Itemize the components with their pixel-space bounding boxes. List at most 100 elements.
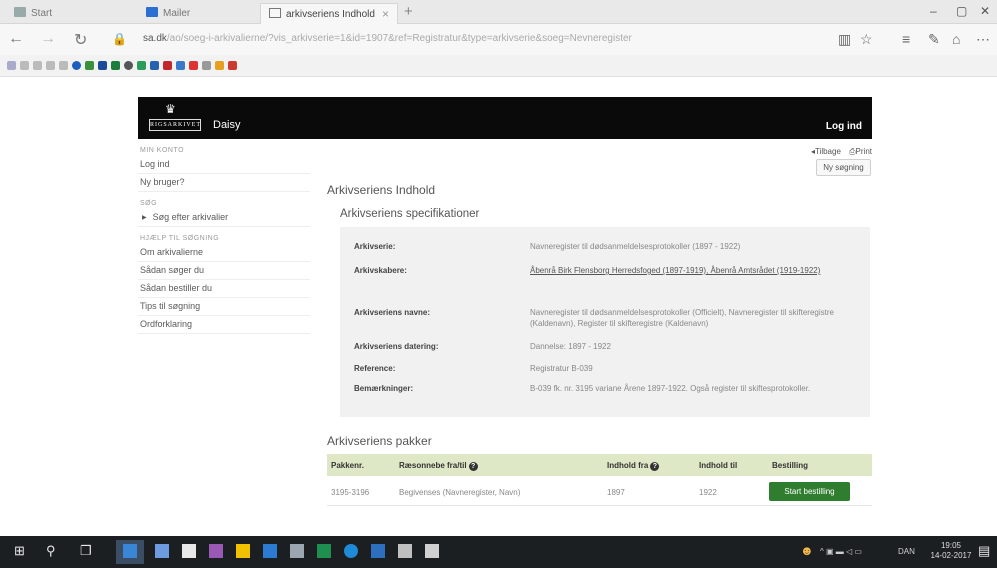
- reading-view-icon[interactable]: ▥: [838, 31, 851, 48]
- back-icon[interactable]: ←: [8, 30, 24, 48]
- start-menu-icon[interactable]: ⊞: [14, 544, 25, 558]
- edge-browser-icon[interactable]: [123, 544, 137, 558]
- info-icon[interactable]: ?: [650, 462, 660, 471]
- word-icon[interactable]: [263, 544, 277, 558]
- minimize-icon[interactable]: –: [930, 4, 937, 18]
- outlook-icon[interactable]: [371, 544, 385, 558]
- favorite-icon[interactable]: [33, 61, 42, 70]
- favorite-icon[interactable]: [215, 61, 224, 70]
- favorite-icon[interactable]: [98, 61, 107, 70]
- page-icon: [14, 7, 26, 17]
- new-search-button[interactable]: Ny søgning: [816, 159, 871, 176]
- sidebar-item-login[interactable]: Log ind: [138, 156, 310, 174]
- column-header-label: Ræsonnebe fra/til: [399, 461, 467, 470]
- store-icon[interactable]: [182, 544, 196, 558]
- refresh-icon[interactable]: ↻: [74, 30, 87, 50]
- favorite-icon[interactable]: [202, 61, 211, 70]
- excel-icon[interactable]: [317, 544, 331, 558]
- spec-value: Navneregister til dødsanmeldelsesprotoko…: [530, 242, 741, 251]
- paint-icon[interactable]: [209, 544, 223, 558]
- favorite-star-icon[interactable]: ☆: [860, 31, 873, 48]
- favorite-icon[interactable]: [189, 61, 198, 70]
- task-view-icon[interactable]: ❐: [80, 544, 92, 558]
- page-icon: [269, 8, 281, 18]
- notification-icon[interactable]: ▤: [978, 544, 990, 558]
- info-icon[interactable]: ?: [468, 462, 478, 471]
- notes-icon[interactable]: [236, 544, 250, 558]
- favorite-icon[interactable]: [7, 61, 16, 70]
- more-icon[interactable]: ⋯: [976, 31, 990, 48]
- back-link[interactable]: ◂Tilbage: [811, 147, 841, 156]
- url-path: /ao/soeg-i-arkivalierne/?vis_arkivserie=…: [166, 33, 632, 44]
- start-order-button[interactable]: Start bestilling: [769, 482, 850, 501]
- site-logo[interactable]: RIGSARKIVET: [149, 119, 201, 131]
- sidebar-item-new-user[interactable]: Ny bruger?: [138, 174, 310, 192]
- lock-icon: 🔒: [112, 32, 127, 46]
- url-field[interactable]: sa.dk/ao/soeg-i-arkivalierne/?vis_arkivs…: [133, 30, 823, 49]
- close-tab-icon[interactable]: ×: [382, 7, 389, 21]
- address-bar: ← → ↻ 🔒 sa.dk/ao/soeg-i-arkivalierne/?vi…: [0, 24, 997, 55]
- sidebar-item-search-archives[interactable]: Søg efter arkivalier: [138, 209, 310, 227]
- content-from: 1897: [607, 488, 625, 497]
- clock-date: 14-02-2017: [930, 551, 972, 560]
- ie-icon[interactable]: [344, 544, 358, 558]
- spec-label: Arkivseriens navne:: [354, 308, 431, 317]
- forward-icon[interactable]: →: [40, 30, 56, 48]
- print-link[interactable]: ⎙Print: [849, 147, 872, 156]
- sidebar-item-how-to-order[interactable]: Sådan bestiller du: [138, 280, 310, 298]
- hub-icon[interactable]: ≡: [902, 31, 910, 47]
- favorite-icon[interactable]: [176, 61, 185, 70]
- sidebar-item-about[interactable]: Om arkivalierne: [138, 244, 310, 262]
- favorite-icon[interactable]: [85, 61, 94, 70]
- favorite-icon[interactable]: [137, 61, 146, 70]
- file-explorer-icon[interactable]: [155, 544, 169, 558]
- clock[interactable]: 19:05 14-02-2017: [930, 541, 972, 561]
- favorite-icon[interactable]: [163, 61, 172, 70]
- column-header-label: Indhold fra: [607, 461, 649, 470]
- close-window-icon[interactable]: ✕: [980, 4, 990, 18]
- spec-value: B-039 fk. nr. 3195 variane Årene 1897-19…: [530, 384, 811, 393]
- sidebar: Min konto Log ind Ny bruger? Søg Søg eft…: [138, 145, 310, 334]
- column-header: Ræsonnebe fra/til?: [399, 461, 478, 471]
- clock-time: 19:05: [940, 541, 962, 550]
- tool-icon[interactable]: [398, 544, 412, 558]
- favorite-icon[interactable]: [228, 61, 237, 70]
- table-row: 3195-3196 Begivenses (Navneregister, Nav…: [327, 476, 872, 506]
- favorite-icon[interactable]: [111, 61, 120, 70]
- language-indicator[interactable]: DAN: [898, 547, 915, 556]
- note-icon[interactable]: ✎: [928, 31, 940, 48]
- top-links: ◂Tilbage ⎙Print: [740, 147, 872, 157]
- sidebar-item-glossary[interactable]: Ordforklaring: [138, 316, 310, 334]
- favorite-icon[interactable]: [72, 61, 81, 70]
- favorite-icon[interactable]: [124, 61, 133, 70]
- sidebar-item-search-tips[interactable]: Tips til søgning: [138, 298, 310, 316]
- login-link[interactable]: Log ind: [826, 121, 862, 132]
- people-icon[interactable]: ☻: [800, 544, 814, 558]
- browser-tab-start[interactable]: Start: [6, 3, 116, 24]
- sidebar-item-how-to-search[interactable]: Sådan søger du: [138, 262, 310, 280]
- search-icon[interactable]: ⚲: [46, 544, 56, 558]
- spec-panel: Arkivserie: Navneregister til dødsanmeld…: [340, 227, 870, 417]
- new-tab-icon[interactable]: +: [404, 3, 413, 20]
- browser-tab-mailer[interactable]: Mailer: [138, 3, 248, 24]
- favorite-icon[interactable]: [46, 61, 55, 70]
- share-icon[interactable]: ⌂: [952, 31, 960, 47]
- tray-icons[interactable]: ^ ▣ ▬ ◁ ▭: [820, 547, 862, 556]
- mail-icon: [146, 7, 158, 17]
- photos-icon[interactable]: [425, 544, 439, 558]
- favorite-icon[interactable]: [150, 61, 159, 70]
- crown-icon: ♛: [165, 102, 176, 116]
- settings-icon[interactable]: [290, 544, 304, 558]
- browser-tab-active[interactable]: arkivseriens Indhold ×: [260, 3, 398, 24]
- app-name[interactable]: Daisy: [213, 119, 241, 131]
- spec-value: Registratur B-039: [530, 364, 593, 373]
- favorite-icon[interactable]: [59, 61, 68, 70]
- creator-links[interactable]: Åbenrå Birk Flensborg Herredsfoged (1897…: [530, 265, 860, 276]
- favorite-icon[interactable]: [20, 61, 29, 70]
- spec-value: Navneregister til dødsanmeldelsesprotoko…: [530, 308, 834, 328]
- maximize-icon[interactable]: ▢: [956, 4, 967, 18]
- packages-table: Pakkenr. Ræsonnebe fra/til? Indhold fra?…: [327, 454, 872, 506]
- spec-label: Reference:: [354, 364, 396, 373]
- column-header: Bestilling: [772, 461, 809, 470]
- spec-section-title: Arkivseriens specifikationer: [340, 208, 480, 220]
